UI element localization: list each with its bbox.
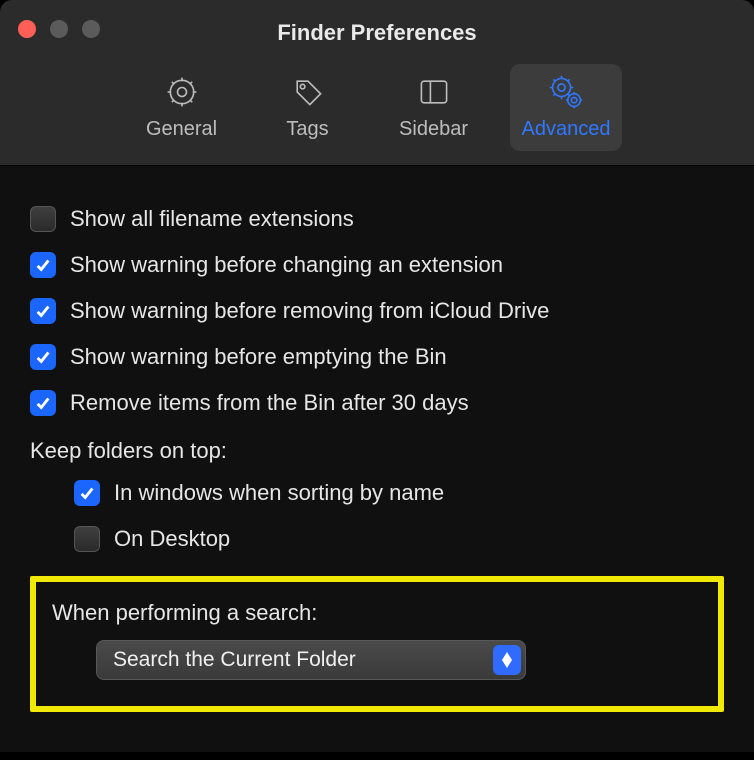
preferences-window: Finder Preferences General Tags Sidebar [0,0,754,752]
search-setting-highlight: When performing a search: Search the Cur… [30,576,724,712]
tab-label: General [146,118,217,141]
gear-icon [162,72,202,112]
option-folders-in-windows: In windows when sorting by name [30,470,724,516]
checkbox-warn-empty-bin[interactable] [30,344,56,370]
updown-arrows-icon [493,645,521,675]
option-label: Remove items from the Bin after 30 days [70,390,469,416]
keep-folders-heading: Keep folders on top: [30,426,724,470]
tab-advanced[interactable]: Advanced [510,64,623,151]
option-warn-empty-bin: Show warning before emptying the Bin [30,334,724,380]
tab-label: Tags [286,118,328,141]
option-folders-on-desktop: On Desktop [30,516,724,562]
sidebar-icon [414,72,454,112]
tab-label: Advanced [522,118,611,141]
option-label: On Desktop [114,526,230,552]
window-title: Finder Preferences [0,10,754,60]
advanced-pane: Show all filename extensions Show warnin… [0,166,754,752]
tab-general[interactable]: General [132,64,232,151]
tab-label: Sidebar [399,118,468,141]
option-warn-icloud-remove: Show warning before removing from iCloud… [30,288,724,334]
gears-icon [546,72,586,112]
titlebar: Finder Preferences General Tags Sidebar [0,0,754,166]
checkbox-warn-change-extension[interactable] [30,252,56,278]
traffic-lights [18,20,100,38]
option-label: Show warning before removing from iCloud… [70,298,549,324]
popup-value: Search the Current Folder [113,648,356,672]
minimize-window-button[interactable] [50,20,68,38]
checkbox-show-extensions[interactable] [30,206,56,232]
preferences-toolbar: General Tags Sidebar [0,60,754,166]
close-window-button[interactable] [18,20,36,38]
search-heading: When performing a search: [52,600,702,632]
option-show-extensions: Show all filename extensions [30,196,724,242]
tab-sidebar[interactable]: Sidebar [384,64,484,151]
tag-icon [288,72,328,112]
checkbox-remove-bin-30days[interactable] [30,390,56,416]
checkbox-warn-icloud-remove[interactable] [30,298,56,324]
search-scope-popup[interactable]: Search the Current Folder [96,640,526,680]
checkbox-folders-in-windows[interactable] [74,480,100,506]
tab-tags[interactable]: Tags [258,64,358,151]
option-label: Show warning before emptying the Bin [70,344,447,370]
option-label: In windows when sorting by name [114,480,444,506]
option-remove-bin-30days: Remove items from the Bin after 30 days [30,380,724,426]
option-warn-change-extension: Show warning before changing an extensio… [30,242,724,288]
checkbox-folders-on-desktop[interactable] [74,526,100,552]
option-label: Show warning before changing an extensio… [70,252,503,278]
zoom-window-button[interactable] [82,20,100,38]
option-label: Show all filename extensions [70,206,354,232]
